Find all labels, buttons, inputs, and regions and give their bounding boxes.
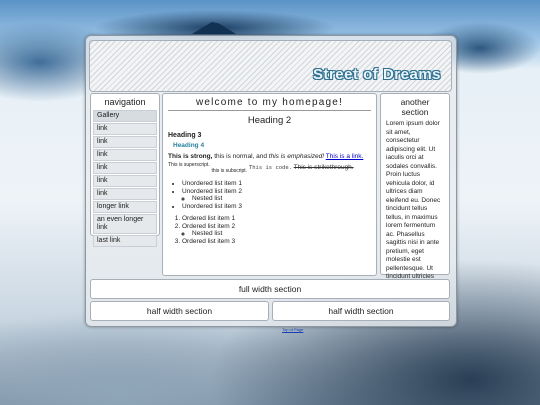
main-title: welcome to my homepage!	[168, 94, 371, 111]
sidebar-title: another section	[400, 97, 430, 117]
nav-item-link[interactable]: link	[93, 149, 157, 161]
unordered-list: Unordered list item 1 Unordered list ite…	[182, 180, 371, 210]
navigation-title: navigation	[104, 97, 146, 107]
nav-item-even-longer-link[interactable]: an even longer link	[93, 214, 157, 234]
nav-item-gallery[interactable]: Gallery	[93, 110, 157, 122]
heading-4: Heading 4	[173, 142, 205, 149]
nav-item-last-link[interactable]: last link	[93, 235, 157, 247]
site-title: Street of Dreams	[312, 66, 441, 83]
ordered-list: Ordered list item 1 Ordered list item 2 …	[182, 215, 371, 245]
list-item: Unordered list item 1	[182, 180, 371, 188]
full-width-section: full width section	[90, 279, 450, 299]
normal-text: this is normal, and	[212, 153, 269, 160]
heading-2: Heading 2	[247, 115, 292, 126]
nested-list: Nested list	[192, 230, 371, 238]
nested-list: Nested list	[192, 195, 371, 203]
navigation-panel: navigation Gallery link link link link l…	[90, 93, 160, 247]
nav-item-link[interactable]: link	[93, 188, 157, 200]
nav-item-longer-link[interactable]: longer link	[93, 201, 157, 213]
list-item: Ordered list item 1	[182, 215, 371, 223]
nav-item-link[interactable]: link	[93, 175, 157, 187]
subscript-text: this is subscript.	[211, 168, 248, 174]
nav-item-link[interactable]: link	[93, 123, 157, 135]
main-content-panel: welcome to my homepage! Heading 2 Headin…	[162, 93, 377, 276]
sample-paragraph: This is strong, this is normal, and this…	[168, 153, 371, 175]
code-text: This is code.	[248, 165, 292, 171]
list-item: Unordered list item 3	[182, 203, 371, 211]
sidebar-section: another section Lorem ipsum dolor sit am…	[380, 93, 450, 289]
list-item: Ordered list item 3	[182, 238, 371, 246]
emphasized-text: this is emphasized!	[268, 153, 325, 160]
list-item: Ordered list item 2 Nested list	[182, 223, 371, 238]
sidebar-text: Lorem ipsum dolor sit amet, consectetur …	[386, 120, 441, 289]
list-item: Unordered list item 2 Nested list	[182, 188, 371, 203]
half-width-section-left: half width section	[90, 301, 269, 321]
footer-link[interactable]: Top of Page	[282, 327, 303, 332]
list-item: Nested list	[192, 195, 371, 203]
heading-3: Heading 3	[168, 132, 202, 139]
superscript-text: This is superscript.	[168, 162, 210, 168]
site-header: Street of Dreams	[89, 40, 452, 92]
strikethrough-text: This is strikethrough.	[293, 164, 354, 171]
nav-item-link[interactable]: link	[93, 136, 157, 148]
list-item: Nested list	[192, 230, 371, 238]
nav-item-link[interactable]: link	[93, 162, 157, 174]
strong-text: This is strong,	[168, 153, 213, 160]
sample-link[interactable]: This is a link.	[326, 153, 364, 160]
half-width-section-right: half width section	[272, 301, 450, 321]
background-mountain-peak	[192, 22, 236, 34]
